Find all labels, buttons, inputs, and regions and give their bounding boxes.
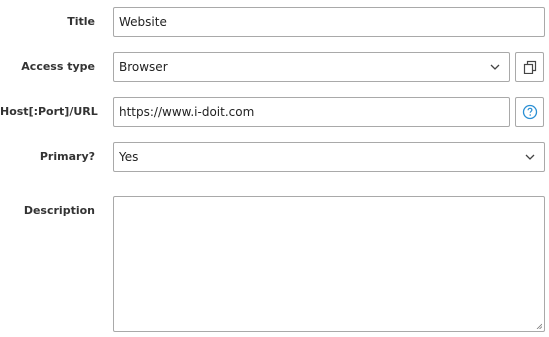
access-type-copy-button[interactable] [515, 52, 544, 82]
chevron-down-icon [525, 154, 535, 160]
host-label: Host[:Port]/URL [0, 105, 98, 118]
access-type-select[interactable]: Browser [113, 52, 510, 82]
primary-value: Yes [119, 150, 139, 164]
host-value: https://www.i-doit.com [119, 105, 255, 119]
host-help-button[interactable] [515, 97, 544, 127]
description-wrapper [113, 196, 545, 332]
description-label: Description [23, 204, 95, 217]
host-input[interactable]: https://www.i-doit.com [113, 97, 510, 127]
title-label: Title [67, 15, 95, 28]
access-type-value: Browser [119, 60, 168, 74]
title-value: Website [119, 15, 167, 29]
help-circle-icon [522, 104, 537, 120]
primary-label: Primary? [39, 150, 95, 163]
title-input[interactable]: Website [113, 7, 545, 37]
resize-grip-icon[interactable] [536, 323, 542, 329]
primary-select[interactable]: Yes [113, 142, 545, 172]
description-textarea[interactable] [113, 196, 545, 332]
chevron-down-icon [490, 64, 500, 70]
copy-icon [523, 60, 536, 74]
access-type-label: Access type [21, 60, 95, 73]
